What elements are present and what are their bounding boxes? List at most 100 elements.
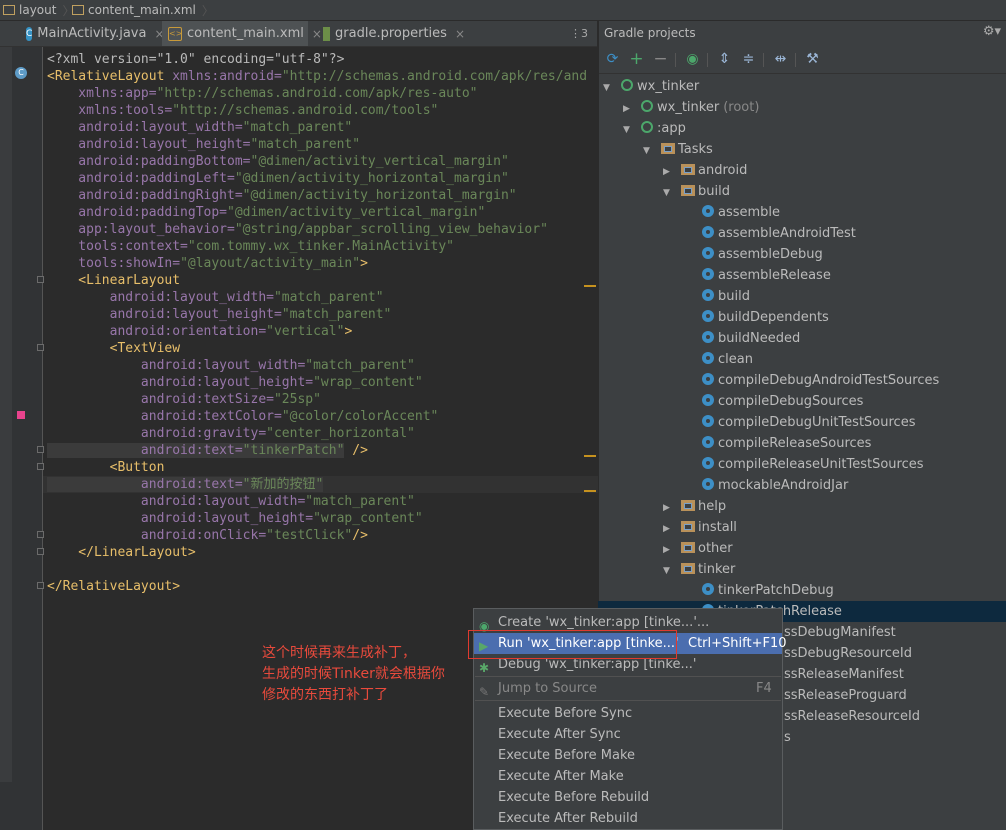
tab-label: content_main.xml	[187, 26, 304, 41]
task-folder-icon	[681, 521, 695, 532]
tree-node-folder[interactable]: ▼ tinker	[663, 559, 735, 580]
offline-mode-icon[interactable]: ⇹	[772, 51, 789, 68]
tree-node-task[interactable]: assembleRelease	[702, 265, 831, 286]
tree-node-label: buildNeeded	[718, 331, 801, 346]
warning-marker[interactable]	[584, 285, 596, 287]
toolbar-separator	[675, 53, 676, 67]
breadcrumb-item-content-main[interactable]: content_main.xml 〉	[72, 2, 214, 18]
menu-item-execute-after-rebuild[interactable]: Execute After Rebuild	[474, 808, 782, 829]
code-line: </LinearLayout>	[47, 544, 195, 561]
tree-node-task[interactable]: tinkerPatchDebug	[702, 580, 834, 601]
tree-node-label: assembleRelease	[718, 268, 831, 283]
tree-node-task[interactable]: compileDebugUnitTestSources	[702, 412, 915, 433]
toolbar-separator	[707, 53, 708, 67]
remove-icon[interactable]: −	[652, 51, 669, 68]
tab-gradle-properties[interactable]: gradle.properties ×	[317, 21, 465, 46]
tree-node-task[interactable]: mockableAndroidJar	[702, 475, 848, 496]
code-attr: android:paddingBottom=	[47, 154, 251, 169]
tree-node-label: android	[698, 163, 748, 178]
collapse-all-icon[interactable]: ≑	[740, 51, 757, 68]
tree-node-task[interactable]: buildDependents	[702, 307, 829, 328]
menu-item-jump-to-source[interactable]: ✎ Jump to Source F4	[474, 678, 782, 699]
warning-marker[interactable]	[584, 455, 596, 457]
tree-node-label: assemble	[718, 205, 781, 220]
code-tag: />	[344, 443, 368, 458]
color-swatch-icon[interactable]	[17, 411, 25, 419]
tree-node-task-partial[interactable]: ssDebugManifest	[784, 622, 896, 643]
breadcrumb-label: content_main.xml	[88, 3, 196, 17]
expand-all-icon[interactable]: ⇕	[716, 51, 733, 68]
tree-node-label: help	[698, 499, 727, 514]
tree-node-folder[interactable]: ▶ help	[663, 496, 726, 517]
tab-overflow-button[interactable]: ⋮3	[570, 27, 588, 40]
tree-node-label: wx_tinker	[657, 100, 720, 115]
code-line: android:orientation="vertical">	[47, 323, 353, 340]
menu-item-execute-before-sync[interactable]: Execute Before Sync	[474, 703, 782, 724]
collapsed-arrow-icon[interactable]: ▶	[623, 99, 641, 120]
menu-item-execute-after-make[interactable]: Execute After Make	[474, 766, 782, 787]
tree-node-task-partial[interactable]: ssReleaseProguard	[784, 685, 907, 706]
tree-node-task[interactable]: clean	[702, 349, 753, 370]
code-attr: android:layout_height=	[47, 511, 314, 526]
refresh-icon[interactable]: ⟳	[604, 51, 621, 68]
collapsed-arrow-icon[interactable]: ▶	[663, 540, 681, 561]
expanded-arrow-icon[interactable]: ▼	[663, 561, 681, 582]
tree-node-task-partial[interactable]: ssReleaseResourceId	[784, 706, 920, 727]
tree-node-task[interactable]: assembleDebug	[702, 244, 823, 265]
tree-node-task[interactable]: compileReleaseUnitTestSources	[702, 454, 924, 475]
expanded-arrow-icon[interactable]: ▼	[643, 141, 661, 162]
tree-node-folder[interactable]: ▼ Tasks	[643, 139, 713, 160]
code-string: "wrap_content"	[313, 375, 423, 390]
menu-separator	[475, 676, 781, 677]
tree-node-task[interactable]: compileDebugAndroidTestSources	[702, 370, 939, 391]
menu-item-execute-before-rebuild[interactable]: Execute Before Rebuild	[474, 787, 782, 808]
class-gutter-icon[interactable]: C	[15, 67, 27, 79]
code-tag: >	[360, 256, 368, 271]
close-icon[interactable]: ×	[455, 27, 465, 41]
tree-node-task[interactable]: buildNeeded	[702, 328, 800, 349]
tree-node-task[interactable]: assembleAndroidTest	[702, 223, 856, 244]
tree-node-folder[interactable]: ▶ other	[663, 538, 733, 559]
tree-node-task[interactable]: compileDebugSources	[702, 391, 863, 412]
menu-item-execute-before-make[interactable]: Execute Before Make	[474, 745, 782, 766]
tree-node-task[interactable]: compileReleaseSources	[702, 433, 871, 454]
tree-node-label: compileDebugUnitTestSources	[718, 415, 916, 430]
collapsed-arrow-icon[interactable]: ▶	[663, 162, 681, 183]
collapsed-arrow-icon[interactable]: ▶	[663, 498, 681, 519]
tab-label: MainActivity.java	[37, 26, 147, 41]
breadcrumb-item-layout[interactable]: layout 〉	[3, 2, 74, 18]
tree-node-task[interactable]: build	[702, 286, 750, 307]
tree-node-folder[interactable]: ▼ build	[663, 181, 730, 202]
tree-node-task[interactable]: assemble	[702, 202, 780, 223]
execute-task-icon[interactable]: ◉	[684, 51, 701, 68]
tree-node-folder[interactable]: ▶ install	[663, 517, 737, 538]
tab-mainactivity[interactable]: C MainActivity.java ×	[20, 21, 165, 46]
breadcrumb: layout 〉 content_main.xml 〉	[0, 0, 1006, 21]
expanded-arrow-icon[interactable]: ▼	[663, 183, 681, 204]
code-string: "@layout/activity_main"	[180, 256, 361, 271]
task-folder-icon	[681, 185, 695, 196]
menu-item-execute-after-sync[interactable]: Execute After Sync	[474, 724, 782, 745]
settings-gear-icon[interactable]: ⚙▾	[983, 24, 1001, 39]
task-gear-icon	[702, 394, 714, 406]
gradle-settings-icon[interactable]: ⚒	[804, 51, 821, 68]
warning-marker[interactable]	[584, 490, 596, 492]
tree-node-gradle[interactable]: ▼:app	[623, 118, 686, 139]
collapsed-arrow-icon[interactable]: ▶	[663, 519, 681, 540]
expanded-arrow-icon[interactable]: ▼	[623, 120, 641, 141]
tab-content-main[interactable]: <> content_main.xml ×	[162, 21, 322, 46]
code-line: tools:showIn="@layout/activity_main">	[47, 255, 368, 272]
tree-node-task-partial[interactable]: ssDebugResourceId	[784, 643, 912, 664]
tree-node-gradle[interactable]: ▶ wx_tinker (root)	[623, 97, 759, 118]
tree-node-gradle[interactable]: ▼ wx_tinker	[603, 76, 699, 97]
tree-node-label: buildDependents	[718, 310, 829, 325]
task-folder-icon	[681, 500, 695, 511]
tree-node-folder[interactable]: ▶ android	[663, 160, 747, 181]
code-tag: <RelativeLayout	[47, 69, 165, 84]
add-icon[interactable]: +	[628, 51, 645, 68]
expanded-arrow-icon[interactable]: ▼	[603, 78, 621, 99]
code-line: xmlns:app="http://schemas.android.com/ap…	[47, 85, 477, 102]
tree-node-task-partial[interactable]: s	[784, 727, 791, 748]
tree-node-task-partial[interactable]: ssReleaseManifest	[784, 664, 904, 685]
code-line: android:layout_width="match_parent"	[47, 289, 384, 306]
